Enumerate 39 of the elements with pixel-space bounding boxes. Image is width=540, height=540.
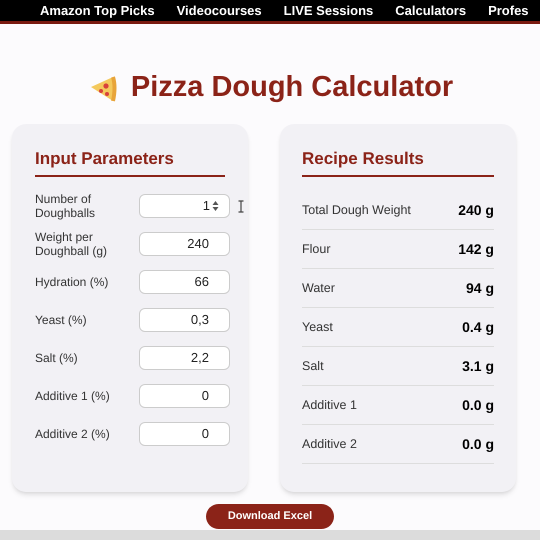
nav-link[interactable]: Calculators bbox=[395, 0, 466, 20]
result-value: 94 g bbox=[466, 278, 494, 298]
field-label: Additive 2 (%) bbox=[35, 427, 111, 441]
field-label: Salt (%) bbox=[35, 351, 79, 365]
number-input[interactable]: 66 bbox=[139, 270, 230, 294]
nav-link[interactable]: Amazon Top Picks bbox=[40, 0, 155, 20]
result-value: 0.0 g bbox=[462, 396, 494, 415]
result-label: Water bbox=[302, 280, 335, 297]
result-label: Additive 1 bbox=[302, 396, 357, 414]
result-label: Total Dough Weight bbox=[302, 202, 411, 219]
number-input[interactable]: 0 bbox=[139, 422, 230, 446]
field-label: Number of Doughballs bbox=[35, 192, 96, 220]
spinner-arrows-icon[interactable] bbox=[212, 200, 219, 212]
result-label: Yeast bbox=[302, 318, 333, 336]
result-value: 0.4 g bbox=[462, 318, 494, 337]
page-title: Pizza Dough Calculator bbox=[130, 70, 454, 105]
section-heading: Recipe Results bbox=[302, 146, 494, 177]
result-label: Flour bbox=[302, 240, 330, 258]
field-label: Yeast (%) bbox=[35, 313, 88, 327]
number-input[interactable]: 2,2 bbox=[139, 346, 230, 370]
number-input[interactable]: 240 bbox=[139, 232, 230, 256]
nav-link[interactable]: Videocourses bbox=[176, 0, 262, 20]
section-heading: Input Parameters bbox=[35, 146, 225, 177]
result-value: 3.1 g bbox=[462, 356, 494, 376]
result-value: 142 g bbox=[458, 240, 494, 259]
download-excel-button[interactable]: Download Excel bbox=[206, 504, 334, 528]
result-value: 240 g bbox=[458, 200, 494, 220]
field-label: Hydration (%) bbox=[35, 275, 110, 289]
nav-link[interactable]: Profes bbox=[488, 0, 529, 20]
result-value: 0.0 g bbox=[462, 434, 494, 454]
result-label: Salt bbox=[302, 358, 324, 375]
result-label: Additive 2 bbox=[302, 436, 357, 453]
field-label: Weight per Doughball (g) bbox=[35, 230, 108, 258]
number-input[interactable]: 0 bbox=[139, 384, 230, 408]
nav-link[interactable]: LIVE Sessions bbox=[284, 0, 374, 20]
number-input[interactable]: 1 bbox=[139, 194, 230, 218]
text-cursor-icon bbox=[238, 200, 244, 212]
number-input[interactable]: 0,3 bbox=[139, 308, 230, 332]
field-label: Additive 1 (%) bbox=[35, 389, 111, 403]
